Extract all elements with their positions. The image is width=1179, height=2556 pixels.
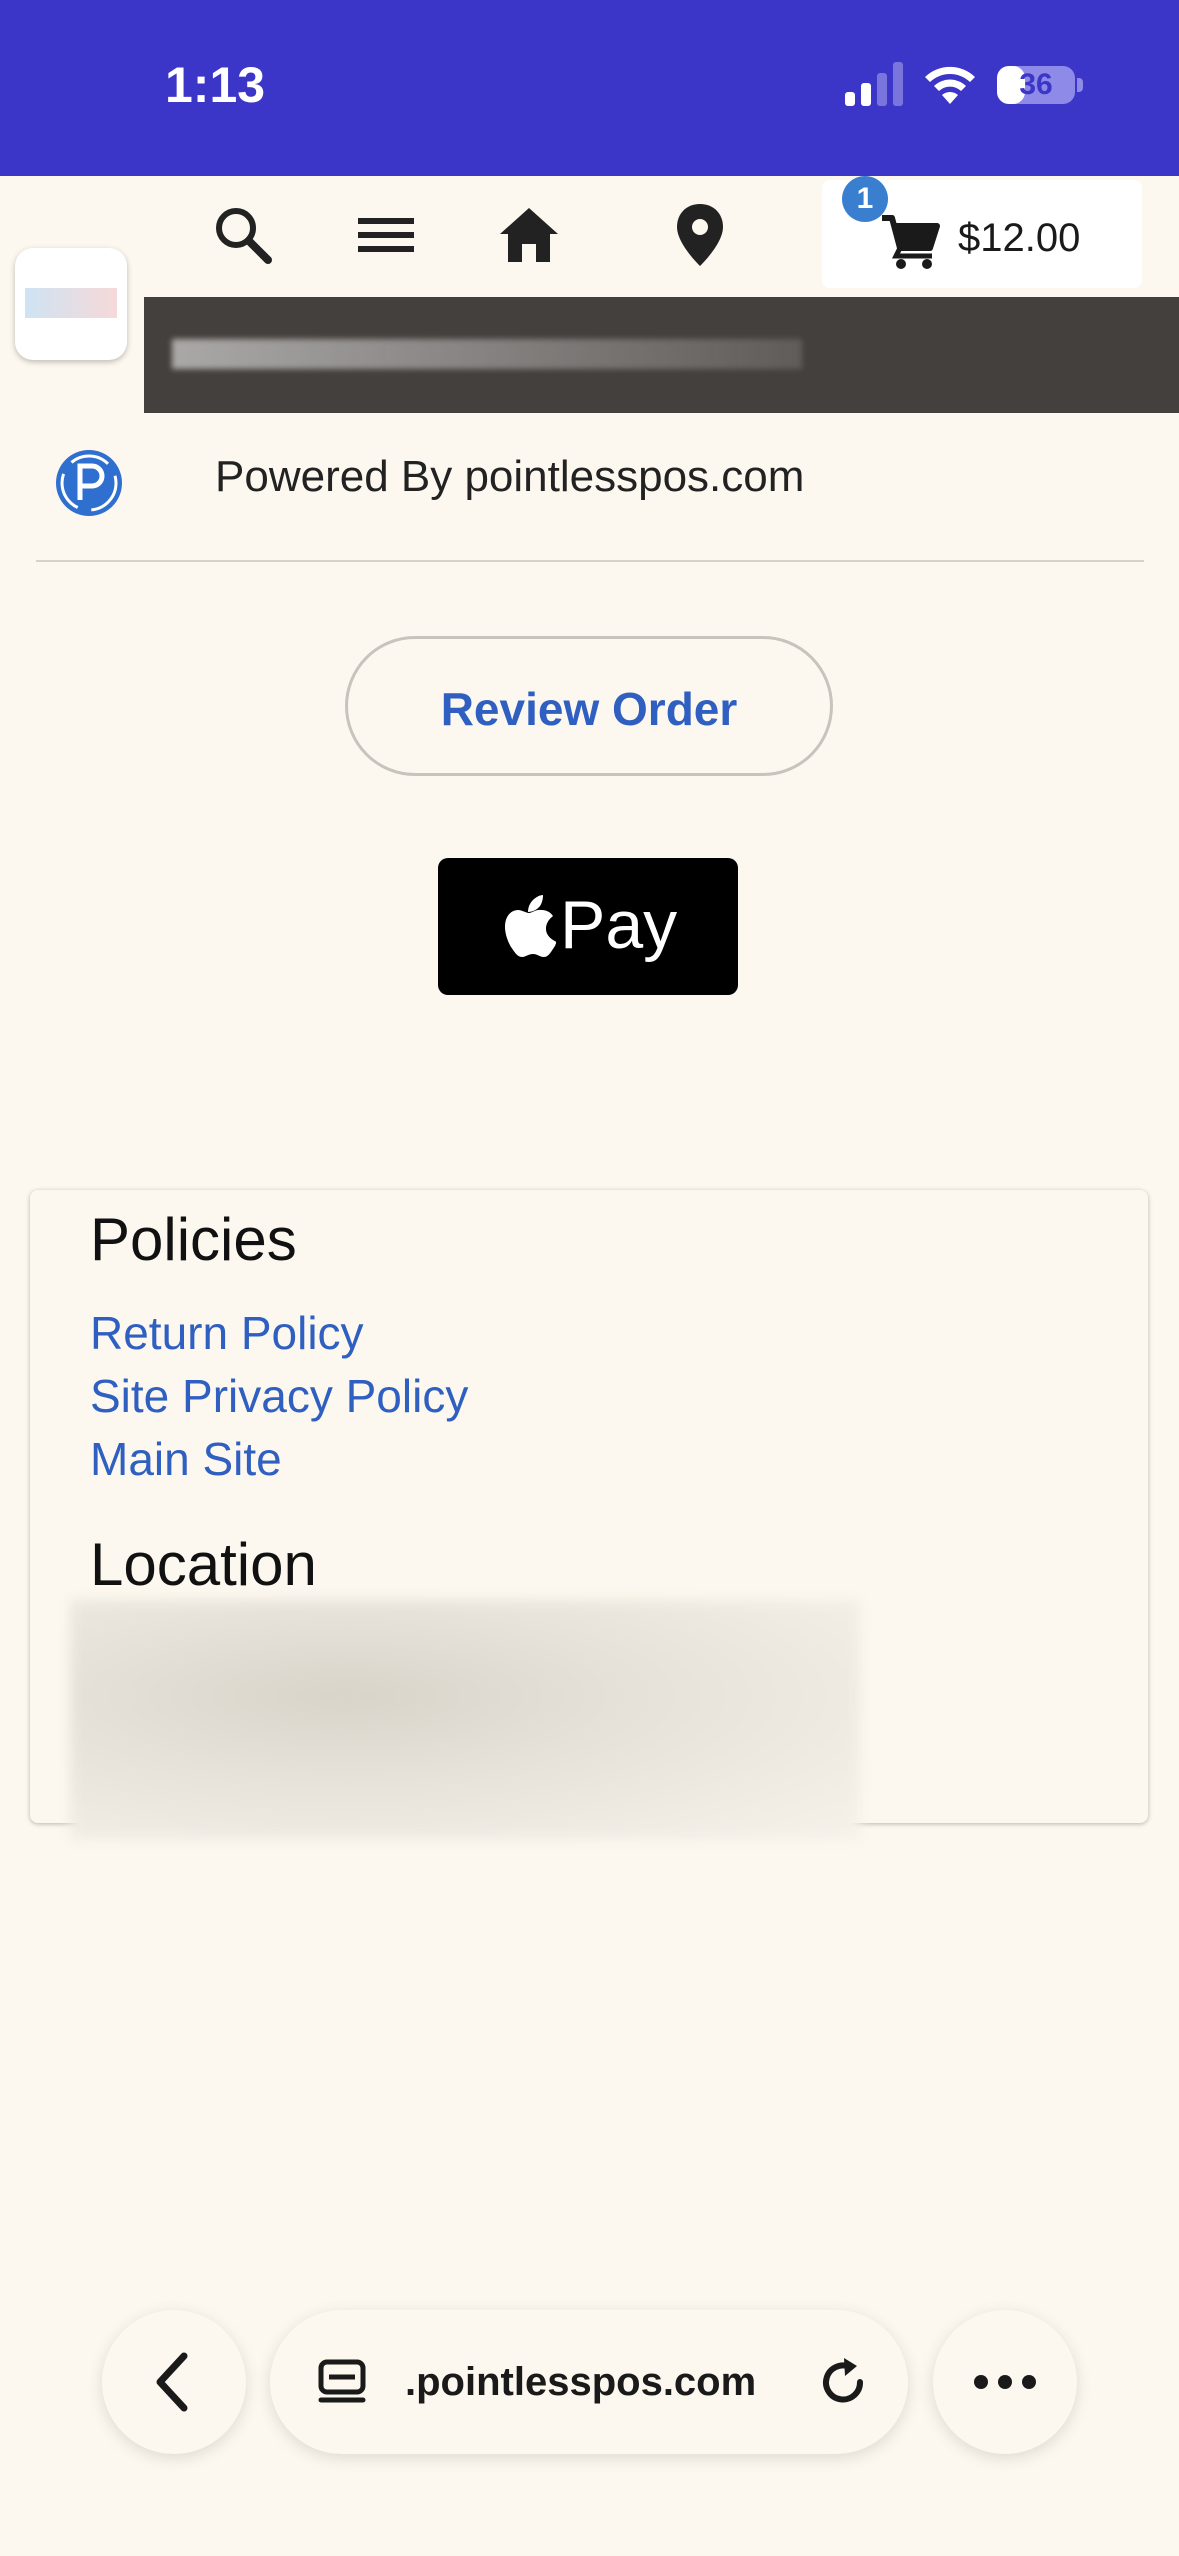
menu-icon[interactable] [350, 200, 420, 270]
site-privacy-policy-link[interactable]: Site Privacy Policy [90, 1369, 468, 1423]
return-policy-link[interactable]: Return Policy [90, 1306, 364, 1360]
cart-icon[interactable] [880, 212, 940, 270]
store-logo-image [25, 288, 117, 318]
store-info-banner [144, 297, 1179, 413]
pointlesspos-logo-icon [56, 450, 122, 516]
divider [36, 560, 1144, 562]
main-site-link[interactable]: Main Site [90, 1432, 282, 1486]
url-text[interactable]: .pointlesspos.com [405, 2360, 756, 2405]
cart-count-badge: 1 [842, 176, 888, 222]
more-options-button[interactable] [933, 2310, 1077, 2454]
battery-nub [1077, 78, 1083, 92]
wifi-icon [925, 66, 975, 104]
status-time: 1:13 [165, 57, 266, 113]
search-icon[interactable] [208, 200, 278, 270]
apple-pay-label: Pay [560, 887, 678, 963]
status-bar: 1:13 36 [0, 0, 1179, 176]
cart-total[interactable]: $12.00 [958, 216, 1080, 261]
more-icon [974, 2375, 1036, 2389]
review-order-button[interactable]: Review Order [345, 636, 833, 776]
tab-overview-icon[interactable] [315, 2356, 369, 2410]
redacted-store-info [172, 339, 802, 369]
battery-percent: 36 [1019, 68, 1053, 101]
store-logo[interactable] [15, 248, 127, 360]
redacted-location-map [70, 1600, 860, 1840]
policies-title: Policies [90, 1206, 297, 1273]
back-button[interactable] [102, 2310, 246, 2454]
home-icon[interactable] [494, 200, 564, 270]
battery-indicator: 36 [997, 66, 1075, 104]
apple-logo-icon [505, 895, 556, 957]
apple-pay-button[interactable]: Pay [438, 858, 738, 995]
location-pin-icon[interactable] [665, 200, 735, 270]
chevron-left-icon [156, 2352, 188, 2412]
powered-by-text[interactable]: Powered By pointlesspos.com [215, 452, 804, 502]
cellular-signal-icon [845, 62, 903, 106]
reload-icon[interactable] [815, 2354, 873, 2412]
location-title: Location [90, 1531, 317, 1598]
